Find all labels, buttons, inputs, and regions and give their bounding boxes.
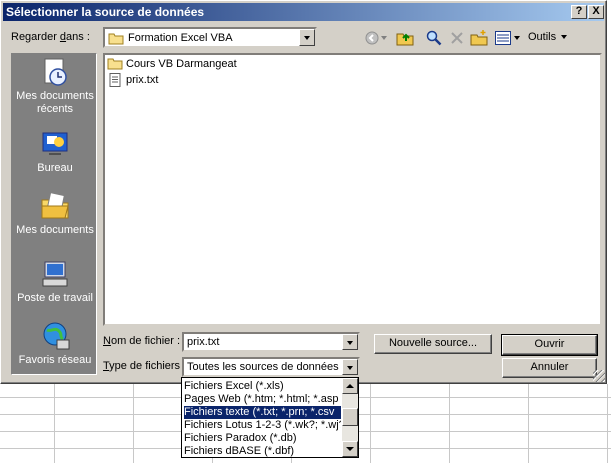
help-button[interactable]: ? — [571, 5, 587, 19]
resize-grip[interactable] — [593, 370, 605, 382]
dropdown-scrollbar[interactable] — [342, 378, 358, 457]
folder-icon — [108, 32, 124, 46]
scroll-down-button[interactable] — [342, 441, 358, 457]
places-bar: Mes documents récents Bureau Mes documen… — [11, 53, 97, 375]
look-in-value: Formation Excel VBA — [128, 32, 233, 44]
filetype-label: Type de fichiers : — [103, 360, 187, 372]
filetype-dropdown-list[interactable]: Fichiers Excel (*.xls) Pages Web (*.htm;… — [181, 377, 359, 458]
network-places-icon — [43, 322, 70, 350]
up-folder-icon[interactable] — [396, 29, 414, 47]
folder-icon — [107, 58, 123, 70]
views-dropdown-icon[interactable] — [512, 29, 522, 47]
filetype-dropdown-button[interactable] — [342, 359, 358, 375]
place-my-computer[interactable]: Poste de travail — [12, 258, 98, 305]
search-web-icon[interactable] — [425, 29, 443, 47]
open-button[interactable]: Ouvrir — [501, 334, 598, 356]
filename-input[interactable]: prix.txt — [182, 332, 360, 352]
place-desktop[interactable]: Bureau — [12, 128, 98, 175]
dropdown-option[interactable]: Fichiers Excel (*.xls) — [184, 380, 341, 393]
scroll-down-icon — [346, 447, 354, 451]
back-dropdown-icon[interactable] — [379, 29, 389, 47]
dropdown-option[interactable]: Fichiers Lotus 1-2-3 (*.wk?; *.wj? — [184, 419, 341, 432]
file-list[interactable]: Cours VB Darmangeat prix.txt — [103, 53, 602, 326]
dropdown-option-selected[interactable]: Fichiers texte (*.txt; *.prn; *.csv — [183, 405, 342, 420]
look-in-label: Regarder dans : — [11, 31, 90, 43]
select-data-source-dialog: Sélectionner la source de données ? X Re… — [0, 0, 607, 384]
text-file-icon — [109, 73, 121, 87]
place-network[interactable]: Favoris réseau — [12, 320, 98, 367]
list-item[interactable]: Cours VB Darmangeat — [107, 57, 237, 70]
recent-documents-icon — [44, 58, 67, 86]
chevron-down-icon — [561, 35, 568, 40]
dialog-title: Sélectionner la source de données — [6, 5, 205, 19]
filename-dropdown-button[interactable] — [342, 334, 358, 350]
place-recent-documents[interactable]: Mes documents récents — [12, 56, 98, 116]
look-in-dropdown-button[interactable] — [299, 29, 315, 46]
dropdown-option[interactable]: Fichiers Paradox (*.db) — [184, 432, 341, 445]
scroll-thumb[interactable] — [342, 408, 358, 426]
scroll-up-button[interactable] — [342, 378, 358, 394]
filetype-select[interactable]: Toutes les sources de données (* — [182, 357, 360, 377]
my-computer-icon — [42, 261, 68, 287]
tools-menu[interactable]: Outils — [528, 31, 568, 43]
close-button[interactable]: X — [588, 5, 604, 19]
scroll-up-icon — [346, 384, 354, 388]
desktop-icon — [42, 132, 68, 155]
look-in-combobox[interactable]: Formation Excel VBA — [103, 27, 317, 48]
title-bar: Sélectionner la source de données — [3, 3, 604, 21]
new-source-button[interactable]: Nouvelle source... — [374, 334, 492, 354]
list-item[interactable]: prix.txt — [107, 73, 158, 87]
new-folder-icon[interactable] — [470, 29, 488, 47]
my-documents-icon — [41, 192, 69, 219]
views-icon[interactable] — [494, 29, 512, 47]
filename-label: Nom de fichier : — [103, 335, 181, 347]
dropdown-option[interactable]: Fichiers dBASE (*.dbf) — [184, 445, 341, 457]
delete-icon[interactable] — [448, 29, 466, 47]
dropdown-option[interactable]: Pages Web (*.htm; *.html; *.asp — [184, 393, 341, 406]
cancel-button[interactable]: Annuler — [502, 358, 597, 378]
place-my-documents[interactable]: Mes documents — [12, 190, 98, 237]
